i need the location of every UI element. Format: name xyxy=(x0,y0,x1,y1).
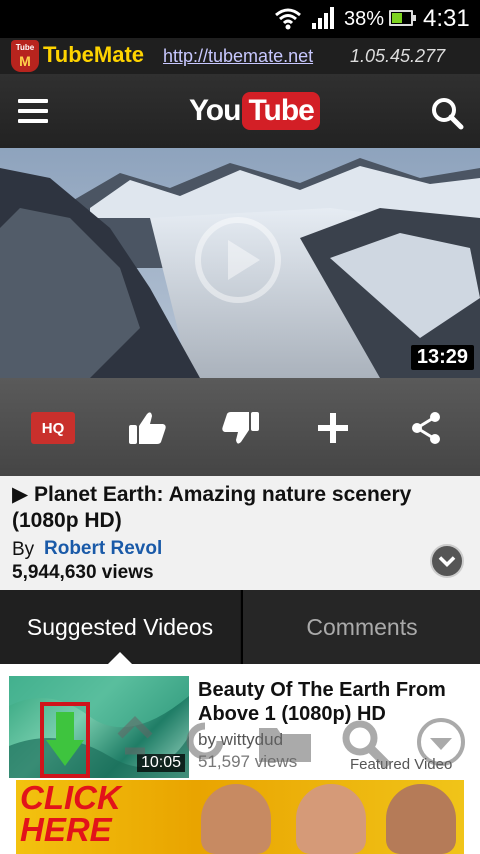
tab-bar: Suggested Videos Comments xyxy=(0,590,480,664)
ad-person-image xyxy=(201,784,271,854)
wifi-icon xyxy=(275,8,301,30)
app-version: 1.05.45.277 xyxy=(350,46,446,66)
dislike-button[interactable] xyxy=(217,406,265,450)
by-label: By xyxy=(12,539,35,560)
hq-label: HQ xyxy=(31,412,75,444)
active-tab-indicator xyxy=(108,652,132,664)
suggested-thumbnail: 10:05 xyxy=(9,676,189,778)
share-icon xyxy=(412,412,440,444)
plus-icon xyxy=(318,413,348,443)
tubemate-logo: Tube M xyxy=(11,40,39,72)
suggested-title: Beauty Of The Earth From Above 1 (1080p)… xyxy=(198,679,446,725)
suggested-list: 10:05 Beauty Of The Earth From Above 1 (… xyxy=(0,664,480,778)
youtube-toolbar: You Tube xyxy=(0,74,480,148)
ad-text: CLICK HERE xyxy=(20,780,121,848)
author-link[interactable]: Robert Revol xyxy=(44,538,162,560)
video-actions: HQ xyxy=(0,378,480,476)
tubemate-logo-letter: M xyxy=(19,53,31,69)
ad-area: CLICK HERE xyxy=(0,778,480,854)
app-name: TubeMate xyxy=(43,42,145,67)
video-player[interactable]: 13:29 xyxy=(0,148,480,378)
youtube-logo-you: You xyxy=(189,94,241,127)
status-bar: 38% 4:31 xyxy=(0,0,480,38)
tubemate-link[interactable]: http://tubemate.net xyxy=(163,46,313,67)
menu-icon[interactable] xyxy=(18,99,48,123)
video-title[interactable]: ▶ Planet Earth: Amazing nature scenery (… xyxy=(12,482,432,534)
thumbs-up-icon xyxy=(129,412,166,444)
like-button[interactable] xyxy=(123,406,171,450)
featured-label: Featured Video xyxy=(350,756,453,773)
list-item[interactable]: 10:05 Beauty Of The Earth From Above 1 (… xyxy=(8,676,472,778)
suggested-duration: 10:05 xyxy=(136,754,185,772)
clock: 4:31 xyxy=(423,5,470,32)
ad-person-image xyxy=(386,784,456,854)
download-arrow-icon xyxy=(46,712,84,766)
youtube-logo-tube: Tube xyxy=(242,92,320,130)
tubemate-header: Tube M TubeMate http://tubemate.net 1.05… xyxy=(0,38,480,74)
tubemate-logo-text: Tube xyxy=(15,43,35,52)
suggested-views: 51,597 views xyxy=(198,752,298,771)
signal-icon xyxy=(312,7,334,29)
ad-text-line1: CLICK xyxy=(20,780,121,816)
video-info: ▶ Planet Earth: Amazing nature scenery (… xyxy=(0,476,480,590)
add-to-playlist-button[interactable] xyxy=(309,406,357,450)
video-thumbnail xyxy=(0,148,480,378)
search-icon[interactable] xyxy=(430,96,464,130)
battery-icon xyxy=(389,10,416,26)
ad-banner[interactable]: CLICK HERE xyxy=(16,780,464,854)
youtube-logo: You Tube xyxy=(189,92,320,130)
ad-text-line2: HERE xyxy=(20,811,112,848)
tab-comments[interactable]: Comments xyxy=(241,590,480,664)
view-count: 5,944,630 views xyxy=(12,562,154,583)
thumbs-down-icon xyxy=(222,412,259,444)
share-button[interactable] xyxy=(402,406,450,450)
video-duration: 13:29 xyxy=(410,345,474,370)
suggested-author: by wittydud xyxy=(198,730,284,749)
ad-person-image xyxy=(296,784,366,854)
hq-button[interactable]: HQ xyxy=(29,406,77,450)
battery-percent: 38% xyxy=(344,8,385,30)
download-button[interactable] xyxy=(40,702,90,778)
chevron-down-icon[interactable] xyxy=(430,544,464,578)
